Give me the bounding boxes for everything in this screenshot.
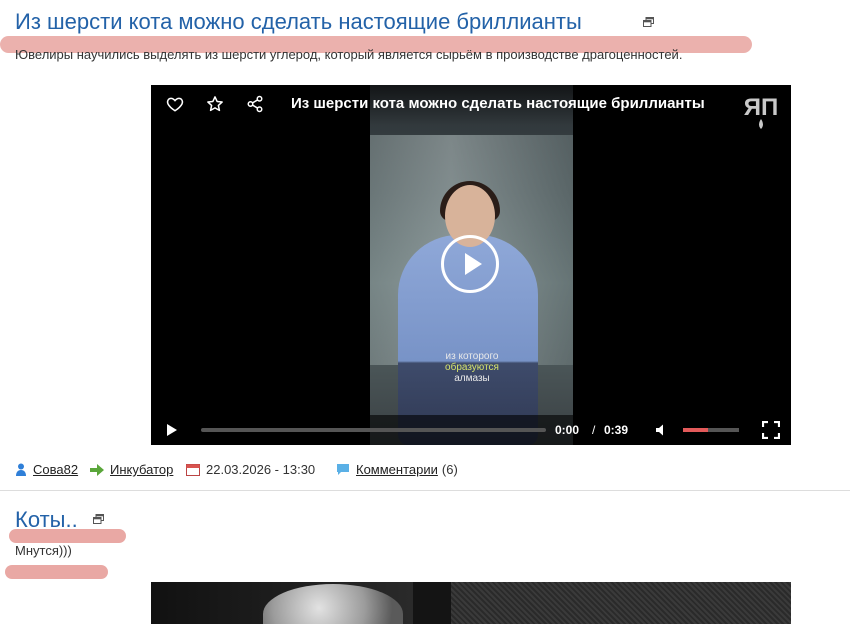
svg-text:ЯП: ЯП xyxy=(744,94,779,121)
heart-icon[interactable] xyxy=(166,95,184,113)
post-title-link[interactable]: Коты.. xyxy=(15,507,78,533)
comments-link[interactable]: Комментарии xyxy=(356,462,438,477)
play-icon[interactable] xyxy=(167,424,177,436)
volume-level xyxy=(683,428,709,432)
category-link[interactable]: Инкубатор xyxy=(110,462,173,477)
post-date: 22.03.2026 - 13:30 xyxy=(206,462,316,477)
volume-icon[interactable] xyxy=(654,422,670,438)
video-player[interactable]: из которого образуются алмазы Из шерсти … xyxy=(151,85,791,445)
time-separator: / xyxy=(592,423,596,437)
comments-count: (6) xyxy=(441,462,458,477)
post-divider xyxy=(0,490,850,491)
user-icon xyxy=(16,463,26,476)
total-time: 0:39 xyxy=(604,423,629,437)
open-new-window-icon[interactable] xyxy=(643,17,654,27)
fullscreen-icon[interactable] xyxy=(762,421,780,439)
play-icon xyxy=(465,253,482,275)
post-description: Ювелиры научились выделять из шерсти угл… xyxy=(15,47,683,62)
current-time: 0:00 xyxy=(555,423,580,437)
channel-logo: ЯП xyxy=(744,94,779,129)
video-top-bar: Из шерсти кота можно сделать настоящие б… xyxy=(151,85,791,129)
video-title: Из шерсти кота можно сделать настоящие б… xyxy=(291,95,705,112)
author-item: Сова82 xyxy=(15,462,78,477)
comment-icon xyxy=(337,464,349,475)
arrow-right-icon xyxy=(90,463,104,476)
image-texture xyxy=(451,582,791,624)
date-item: 22.03.2026 - 13:30 xyxy=(186,462,315,477)
star-icon[interactable] xyxy=(206,95,224,113)
post-title-link[interactable]: Из шерсти кота можно сделать настоящие б… xyxy=(15,9,582,35)
video-subtitle: из которого образуются алмазы xyxy=(445,351,499,384)
post-image[interactable] xyxy=(151,582,791,624)
author-link[interactable]: Сова82 xyxy=(33,462,78,477)
post-description: Мнутся))) xyxy=(15,543,72,558)
volume-slider[interactable] xyxy=(683,428,739,432)
category-item: Инкубатор xyxy=(90,462,173,477)
video-controls: 0:00 / 0:39 xyxy=(151,415,791,445)
calendar-icon xyxy=(186,464,200,476)
share-icon[interactable] xyxy=(246,95,264,113)
video-play-button[interactable] xyxy=(441,235,499,293)
description-highlight-mark xyxy=(5,565,108,579)
video-progress-bar[interactable] xyxy=(201,428,546,432)
open-new-window-icon[interactable] xyxy=(93,514,104,524)
comments-item: Комментарии (6) xyxy=(336,462,458,477)
